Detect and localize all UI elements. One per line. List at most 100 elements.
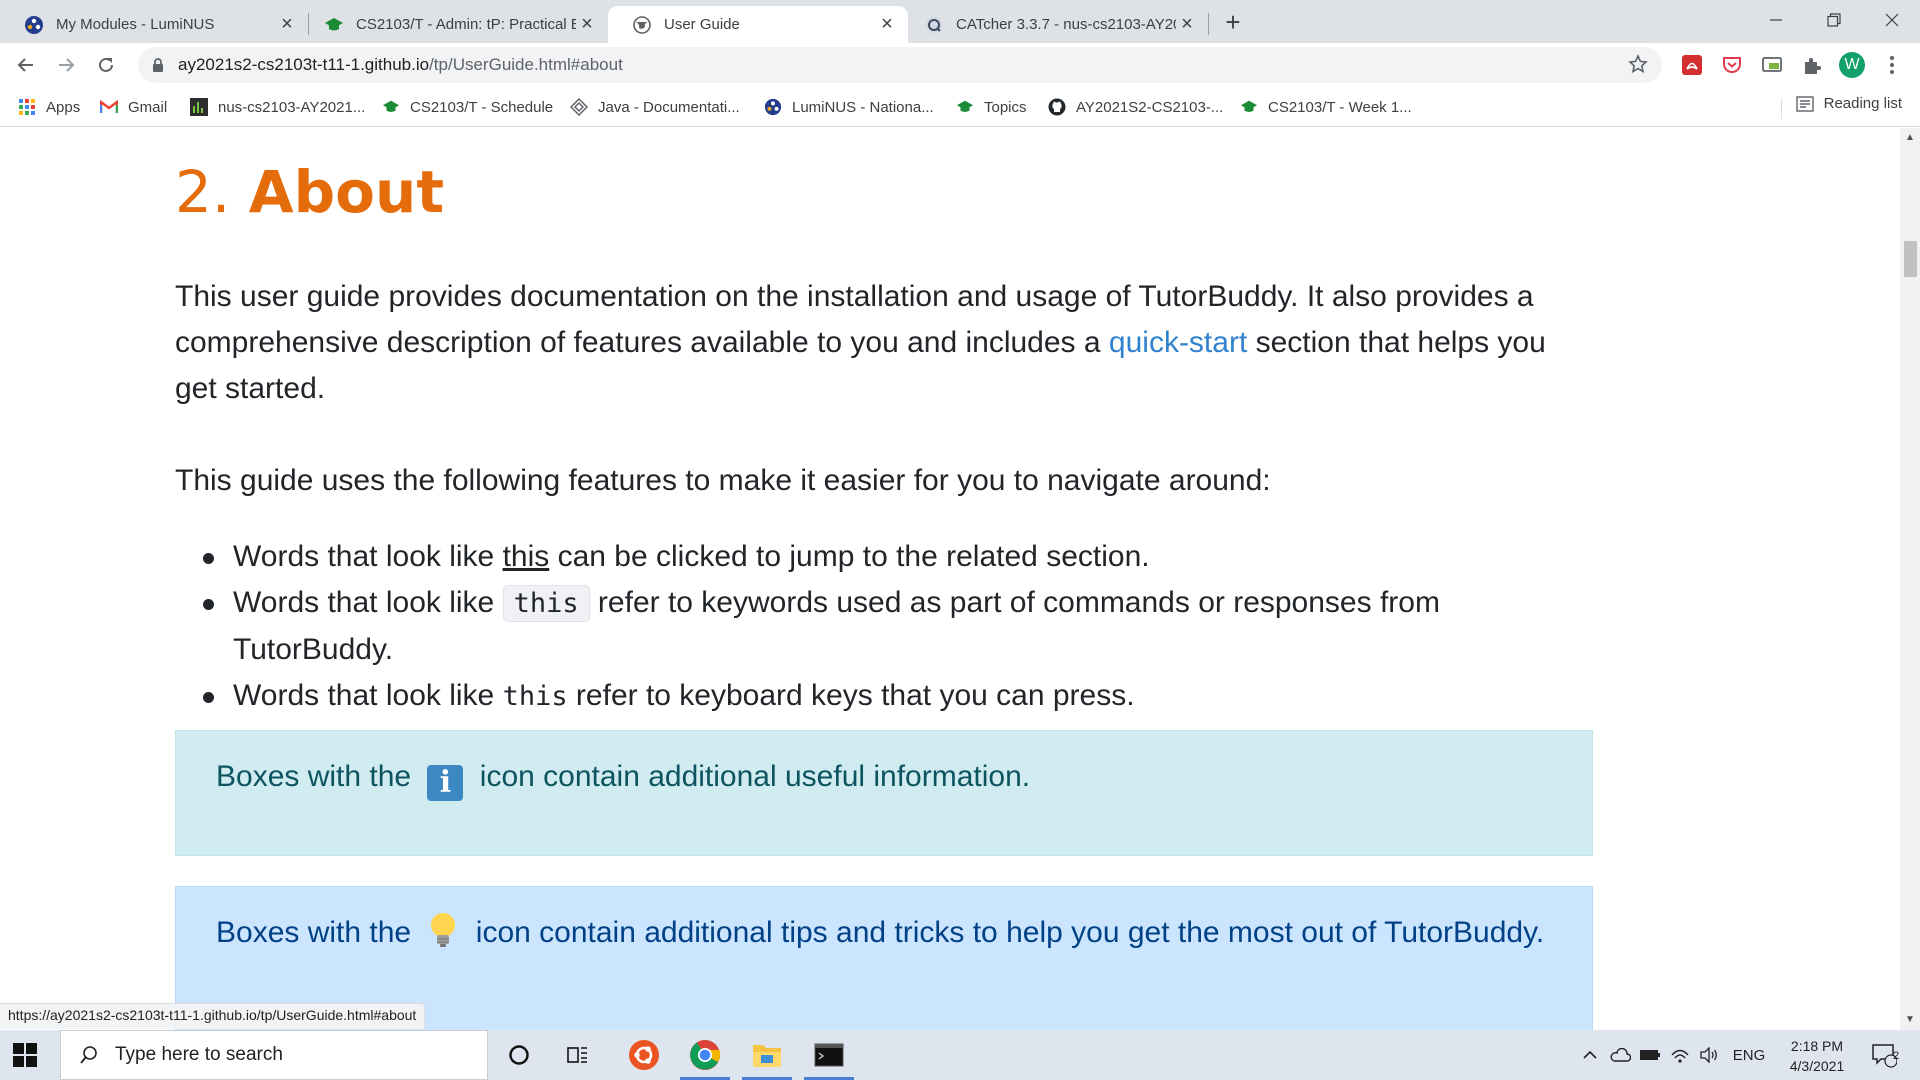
bookmark-topics[interactable]: Topics xyxy=(956,95,1027,119)
luminus-icon xyxy=(764,98,782,116)
globe-icon xyxy=(632,15,652,35)
bookmark-ay2021s2-github[interactable]: AY2021S2-CS2103-... xyxy=(1048,95,1223,119)
cast-extension-icon[interactable] xyxy=(1758,51,1786,79)
bookmark-label: LumiNUS - Nationa... xyxy=(792,98,934,116)
features-intro: This guide uses the following features t… xyxy=(175,464,1271,497)
link-sample[interactable]: this xyxy=(503,540,550,573)
close-icon[interactable]: × xyxy=(576,14,598,36)
chrome-app-icon[interactable] xyxy=(676,1030,734,1080)
scroll-up-arrow-icon[interactable]: ▲ xyxy=(1905,133,1915,143)
puzzle-extensions-icon[interactable] xyxy=(1798,51,1826,79)
bookmark-gmail[interactable]: Gmail xyxy=(100,95,167,119)
code-sample: this xyxy=(502,585,590,622)
bookmark-cs2103-schedule[interactable]: CS2103/T - Schedule xyxy=(382,95,553,119)
catcher-icon xyxy=(924,15,944,35)
terminal-app-icon[interactable] xyxy=(800,1030,858,1080)
features-list: Words that look like this can be clicked… xyxy=(175,534,1593,720)
windows-start-icon[interactable] xyxy=(12,1042,48,1068)
page-scrollbar[interactable]: ▲ ▼ xyxy=(1900,128,1920,1030)
tab-user-guide[interactable]: User Guide × xyxy=(608,6,908,43)
battery-icon[interactable] xyxy=(1636,1030,1664,1080)
list-item: Words that look like this refer to keywo… xyxy=(175,580,1593,673)
pocket-extension-icon[interactable] xyxy=(1718,51,1746,79)
tab-catcher[interactable]: CATcher 3.3.7 - nus-cs2103-AY20 × xyxy=(900,6,1208,43)
page-viewport: 2. About This user guide provides docume… xyxy=(0,128,1900,1030)
close-window-button[interactable] xyxy=(1864,4,1920,36)
tab-title: CATcher 3.3.7 - nus-cs2103-AY20 xyxy=(956,16,1176,33)
wifi-icon[interactable] xyxy=(1666,1030,1694,1080)
graduation-cap-icon xyxy=(1240,98,1258,116)
close-icon[interactable]: × xyxy=(876,14,898,36)
bookmark-luminus[interactable]: LumiNUS - Nationa... xyxy=(764,95,934,119)
scrollbar-thumb[interactable] xyxy=(1904,241,1917,277)
reload-button[interactable] xyxy=(90,49,122,81)
lightbulb-icon xyxy=(425,910,461,950)
bookmark-label: Java - Documentati... xyxy=(598,98,740,116)
bullet-text: Words that look like xyxy=(233,586,503,619)
tab-title: CS2103/T - Admin: tP: Practical E xyxy=(356,16,576,33)
restore-button[interactable] xyxy=(1806,4,1862,36)
search-icon xyxy=(80,1046,97,1064)
ubuntu-app-icon[interactable] xyxy=(615,1030,673,1080)
close-icon[interactable]: × xyxy=(276,14,298,36)
tab-strip: My Modules - LumiNUS × CS2103/T - Admin:… xyxy=(0,0,1920,43)
taskbar-search-box[interactable]: Type here to search xyxy=(60,1030,488,1080)
quick-start-link[interactable]: quick-start xyxy=(1109,326,1247,359)
bookmark-label: Apps xyxy=(46,98,81,116)
luminus-icon xyxy=(24,15,44,35)
cortana-icon[interactable] xyxy=(490,1030,548,1080)
bookmark-star-icon[interactable] xyxy=(1628,54,1648,79)
minimize-icon xyxy=(1770,19,1782,21)
keyboard-sample: this xyxy=(502,681,568,712)
info-box-text: Boxes with the xyxy=(216,760,420,793)
notification-center-icon[interactable]: 2 xyxy=(1862,1030,1906,1080)
task-view-icon[interactable] xyxy=(550,1030,608,1080)
heading-number: 2. xyxy=(175,158,231,226)
tip-box-text: Boxes with the xyxy=(216,916,420,949)
tab-separator xyxy=(1208,13,1209,35)
bookmarks-bar: Apps Gmail nus-cs2103-AY2021... CS2103/T… xyxy=(0,87,1920,127)
bookmark-apps[interactable]: Apps xyxy=(18,95,80,119)
url-text: ay2021s2-cs2103t-t11-1.github.io/tp/User… xyxy=(178,55,623,75)
bullet-text: Words that look like xyxy=(233,679,503,712)
menu-kebab-icon[interactable] xyxy=(1878,51,1906,79)
bullet-dot xyxy=(203,553,214,564)
forward-button[interactable] xyxy=(50,49,82,81)
onedrive-icon[interactable] xyxy=(1606,1030,1634,1080)
pdf-extension-icon[interactable] xyxy=(1678,51,1706,79)
info-icon: i xyxy=(427,765,464,801)
taskbar-clock[interactable]: 2:18 PM 4/3/2021 xyxy=(1776,1036,1858,1076)
new-tab-button[interactable]: + xyxy=(1218,8,1248,38)
bookmark-label: Gmail xyxy=(128,98,168,116)
notification-count-badge: 2 xyxy=(1892,1050,1900,1062)
bullet-text: can be clicked to jump to the related se… xyxy=(549,540,1150,573)
volume-icon[interactable] xyxy=(1694,1030,1724,1080)
link-status-bubble: https://ay2021s2-cs2103t-t11-1.github.io… xyxy=(0,1003,426,1029)
tab-cs2103-admin[interactable]: CS2103/T - Admin: tP: Practical E × xyxy=(300,6,608,43)
browser-toolbar: ay2021s2-cs2103t-t11-1.github.io/tp/User… xyxy=(0,43,1920,87)
profile-avatar[interactable]: W xyxy=(1838,51,1866,79)
bookmark-nus-cs2103[interactable]: nus-cs2103-AY2021... xyxy=(190,95,365,119)
gmail-icon xyxy=(100,98,118,116)
tab-my-modules[interactable]: My Modules - LumiNUS × xyxy=(0,6,308,43)
tray-overflow-chevron-icon[interactable] xyxy=(1578,1030,1602,1080)
reading-list-button[interactable]: Reading list xyxy=(1795,95,1902,112)
language-indicator[interactable]: ENG xyxy=(1728,1030,1770,1080)
windows-taskbar: Type here to search ENG 2:18 PM 4/3/2021… xyxy=(0,1030,1920,1080)
file-explorer-icon[interactable] xyxy=(738,1030,796,1080)
apps-grid-icon xyxy=(18,98,36,116)
bullet-text: Words that look like xyxy=(233,540,503,573)
info-callout-box: Boxes with the i icon contain additional… xyxy=(175,730,1593,856)
reading-list-icon xyxy=(1795,95,1814,112)
clock-time: 2:18 PM xyxy=(1790,1038,1844,1054)
url-path: /tp/UserGuide.html#about xyxy=(429,55,623,74)
bookmark-cs2103-week[interactable]: CS2103/T - Week 1... xyxy=(1240,95,1412,119)
minimize-button[interactable] xyxy=(1748,4,1804,36)
close-icon[interactable]: × xyxy=(1176,14,1198,36)
bookmark-java-docs[interactable]: Java - Documentati... xyxy=(570,95,740,119)
back-button[interactable] xyxy=(10,49,42,81)
github-icon xyxy=(1048,98,1066,116)
scroll-down-arrow-icon[interactable]: ▼ xyxy=(1905,1015,1915,1025)
java-icon xyxy=(570,98,588,116)
address-bar[interactable]: ay2021s2-cs2103t-t11-1.github.io/tp/User… xyxy=(138,47,1662,83)
